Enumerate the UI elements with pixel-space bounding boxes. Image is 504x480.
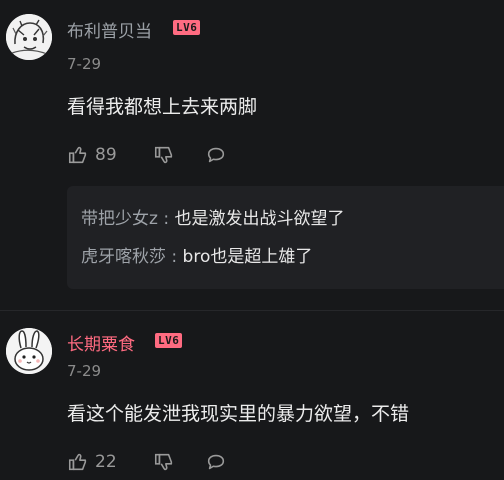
like-button[interactable]: 89 [67,144,117,166]
like-count: 22 [95,452,117,472]
reply-text: bro也是超上雄了 [182,247,313,267]
thumbs-down-icon [154,146,172,164]
thumbs-down-icon [154,453,172,471]
comment-item: 长期粟食 LV6 7-29 看这个能发泄我现实里的暴力欲望，不错 22 [0,312,504,480]
avatar[interactable] [6,328,52,374]
username[interactable]: 布利普贝当 [67,17,152,42]
dislike-button[interactable] [153,144,175,166]
comment-bubble-icon [207,147,224,163]
comment-divider [0,310,504,311]
reply-item[interactable]: 虎牙喀秋莎 : bro也是超上雄了 [81,242,312,267]
comment-item: 布利普贝当 LV6 7-29 看得我都想上去来两脚 89 带把少女z : 也是激… [0,0,504,300]
thumbs-up-icon [68,453,87,471]
comment-actions: 89 [67,143,227,167]
like-count: 89 [95,145,117,165]
reply-username[interactable]: 虎牙喀秋莎 [81,247,166,267]
reply-preview-box[interactable]: 带把少女z : 也是激发出战斗欲望了 虎牙喀秋莎 : bro也是超上雄了 [67,186,504,289]
username[interactable]: 长期粟食 [67,330,135,355]
reply-item[interactable]: 带把少女z : 也是激发出战斗欲望了 [81,204,344,229]
reply-separator: : [166,247,183,267]
reply-button[interactable] [205,451,227,473]
comment-actions: 22 [67,450,227,474]
avatar-sketch-image [6,14,52,60]
reply-button[interactable] [205,144,227,166]
level-badge: LV6 [155,333,183,348]
comment-bubble-icon [207,454,224,470]
comment-text: 看得我都想上去来两脚 [67,96,258,118]
comment-text: 看这个能发泄我现实里的暴力欲望，不错 [67,403,410,425]
reply-username[interactable]: 带把少女z [81,209,158,229]
dislike-button[interactable] [153,451,175,473]
reply-separator: : [157,209,175,229]
level-badge: LV6 [173,20,201,35]
comment-date: 7-29 [67,55,102,73]
thumbs-up-icon [68,146,87,164]
comment-date: 7-29 [67,362,102,380]
reply-text: 也是激发出战斗欲望了 [174,209,345,229]
avatar-bunny-image [6,328,52,374]
avatar[interactable] [6,14,52,60]
like-button[interactable]: 22 [67,451,117,473]
